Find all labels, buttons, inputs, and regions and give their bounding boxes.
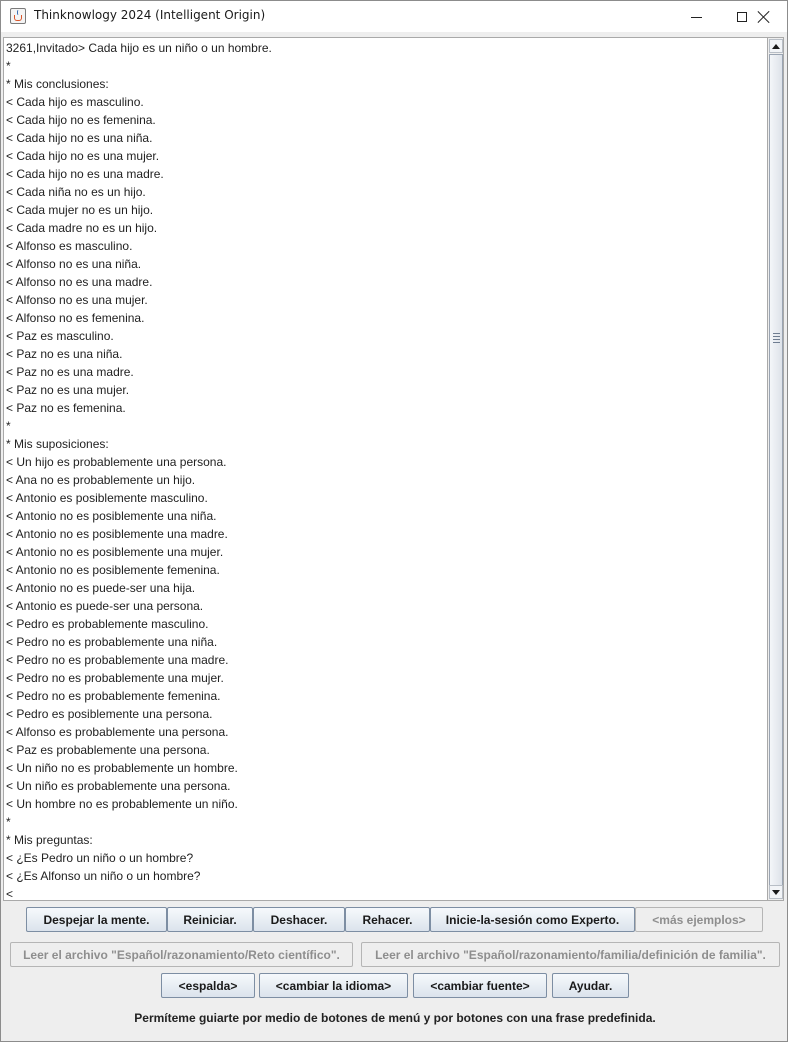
title-bar[interactable]: Thinknowlogy 2024 (Intelligent Origin) [1, 1, 787, 32]
close-button[interactable] [741, 1, 787, 32]
java-cup-icon [10, 8, 26, 24]
output-line: < Paz no es una madre. [6, 365, 134, 379]
output-line: < Pedro es posiblemente una persona. [6, 707, 213, 721]
output-line: < Pedro no es probablemente una niña. [6, 635, 218, 649]
output-line: < Un hijo es probablemente una persona. [6, 455, 227, 469]
output-line: < ¿Es Pedro un niño o un hombre? [6, 851, 194, 865]
restart-button[interactable]: Reiniciar. [167, 907, 253, 932]
scroll-down-button[interactable] [769, 885, 783, 899]
output-line: * Mis conclusiones: [6, 77, 109, 91]
output-line: < Un hombre no es probablemente un niño. [6, 797, 238, 811]
output-line: < Alfonso es probablemente una persona. [6, 725, 229, 739]
app-window: Thinknowlogy 2024 (Intelligent Origin) 3… [0, 0, 788, 1042]
output-line: < Un niño es probablemente una persona. [6, 779, 231, 793]
output-line: < Cada hijo no es femenina. [6, 113, 156, 127]
help-button[interactable]: Ayudar. [552, 973, 629, 998]
output-line: < Pedro no es probablemente una mujer. [6, 671, 224, 685]
output-line: < Alfonso no es una niña. [6, 257, 142, 271]
output-line: < Paz no es femenina. [6, 401, 126, 415]
login-expert-button[interactable]: Inicie-la-sesión como Experto. [430, 907, 635, 932]
output-line: < ¿Es Alfonso un niño o un hombre? [6, 869, 201, 883]
grip-icon [773, 333, 780, 349]
minimize-button[interactable] [673, 1, 719, 32]
read-family-file-button[interactable]: Leer el archivo "Español/razonamiento/fa… [361, 942, 780, 967]
output-lines: 3261,Invitado> Cada hijo es un niño o un… [6, 39, 766, 901]
change-font-button[interactable]: <cambiar fuente> [413, 973, 547, 998]
output-line: < Antonio es puede-ser una persona. [6, 599, 204, 613]
output-line: < Cada hijo no es una madre. [6, 167, 164, 181]
output-line: < Cada madre no es un hijo. [6, 221, 158, 235]
output-line: < Alfonso no es una madre. [6, 275, 153, 289]
more-examples-button[interactable]: <más ejemplos> [635, 907, 763, 932]
output-line: < [6, 887, 14, 901]
status-message: Permíteme guiarte por medio de botones d… [134, 1011, 656, 1025]
output-line: * Mis preguntas: [6, 833, 93, 847]
close-icon [757, 10, 771, 24]
output-line: < Pedro es probablemente masculino. [6, 617, 209, 631]
output-line: * Mis suposiciones: [6, 437, 109, 451]
undo-button[interactable]: Deshacer. [253, 907, 345, 932]
back-button[interactable]: <espalda> [161, 973, 255, 998]
arrow-up-icon [772, 43, 780, 49]
output-line: 3261,Invitado> Cada hijo es un niño o un… [6, 41, 272, 55]
output-line: < Paz es probablemente una persona. [6, 743, 210, 757]
output-line: < Paz es masculino. [6, 329, 114, 343]
output-line: < Antonio no es posiblemente femenina. [6, 563, 220, 577]
scroll-up-button[interactable] [769, 39, 783, 53]
output-line: * [6, 59, 11, 73]
output-line: < Pedro no es probablemente una madre. [6, 653, 229, 667]
output-line: < Alfonso no es femenina. [6, 311, 145, 325]
output-line: < Paz no es una mujer. [6, 383, 130, 397]
output-line: < Antonio no es posiblemente una madre. [6, 527, 228, 541]
output-line: < Alfonso es masculino. [6, 239, 133, 253]
output-line: < Pedro no es probablemente femenina. [6, 689, 221, 703]
vertical-scrollbar[interactable] [768, 37, 784, 901]
minimize-icon [690, 16, 702, 18]
change-language-button[interactable]: <cambiar la idioma> [259, 973, 408, 998]
arrow-down-icon [772, 889, 780, 895]
output-line: < Cada hijo no es una mujer. [6, 149, 160, 163]
output-line: < Antonio no es puede-ser una hija. [6, 581, 196, 595]
output-line: < Antonio no es posiblemente una mujer. [6, 545, 224, 559]
output-line: < Ana no es probablemente un hijo. [6, 473, 196, 487]
output-line: * [6, 419, 11, 433]
redo-button[interactable]: Rehacer. [345, 907, 430, 932]
output-line: * [6, 815, 11, 829]
output-line: < Antonio no es posiblemente una niña. [6, 509, 217, 523]
output-line: < Alfonso no es una mujer. [6, 293, 148, 307]
output-line: < Cada hijo es masculino. [6, 95, 144, 109]
output-line: < Cada hijo no es una niña. [6, 131, 153, 145]
read-scientific-file-button[interactable]: Leer el archivo "Español/razonamiento/Re… [10, 942, 353, 967]
scrollbar-thumb[interactable] [769, 54, 783, 886]
output-line: < Un niño no es probablemente un hombre. [6, 761, 238, 775]
output-line: < Cada mujer no es un hijo. [6, 203, 154, 217]
output-line: < Antonio es posiblemente masculino. [6, 491, 208, 505]
window-title: Thinknowlogy 2024 (Intelligent Origin) [34, 8, 266, 22]
output-line: < Paz no es una niña. [6, 347, 123, 361]
output-line: < Cada niña no es un hijo. [6, 185, 146, 199]
clear-mind-button[interactable]: Despejar la mente. [26, 907, 167, 932]
output-text-area[interactable]: 3261,Invitado> Cada hijo es un niño o un… [3, 37, 768, 901]
